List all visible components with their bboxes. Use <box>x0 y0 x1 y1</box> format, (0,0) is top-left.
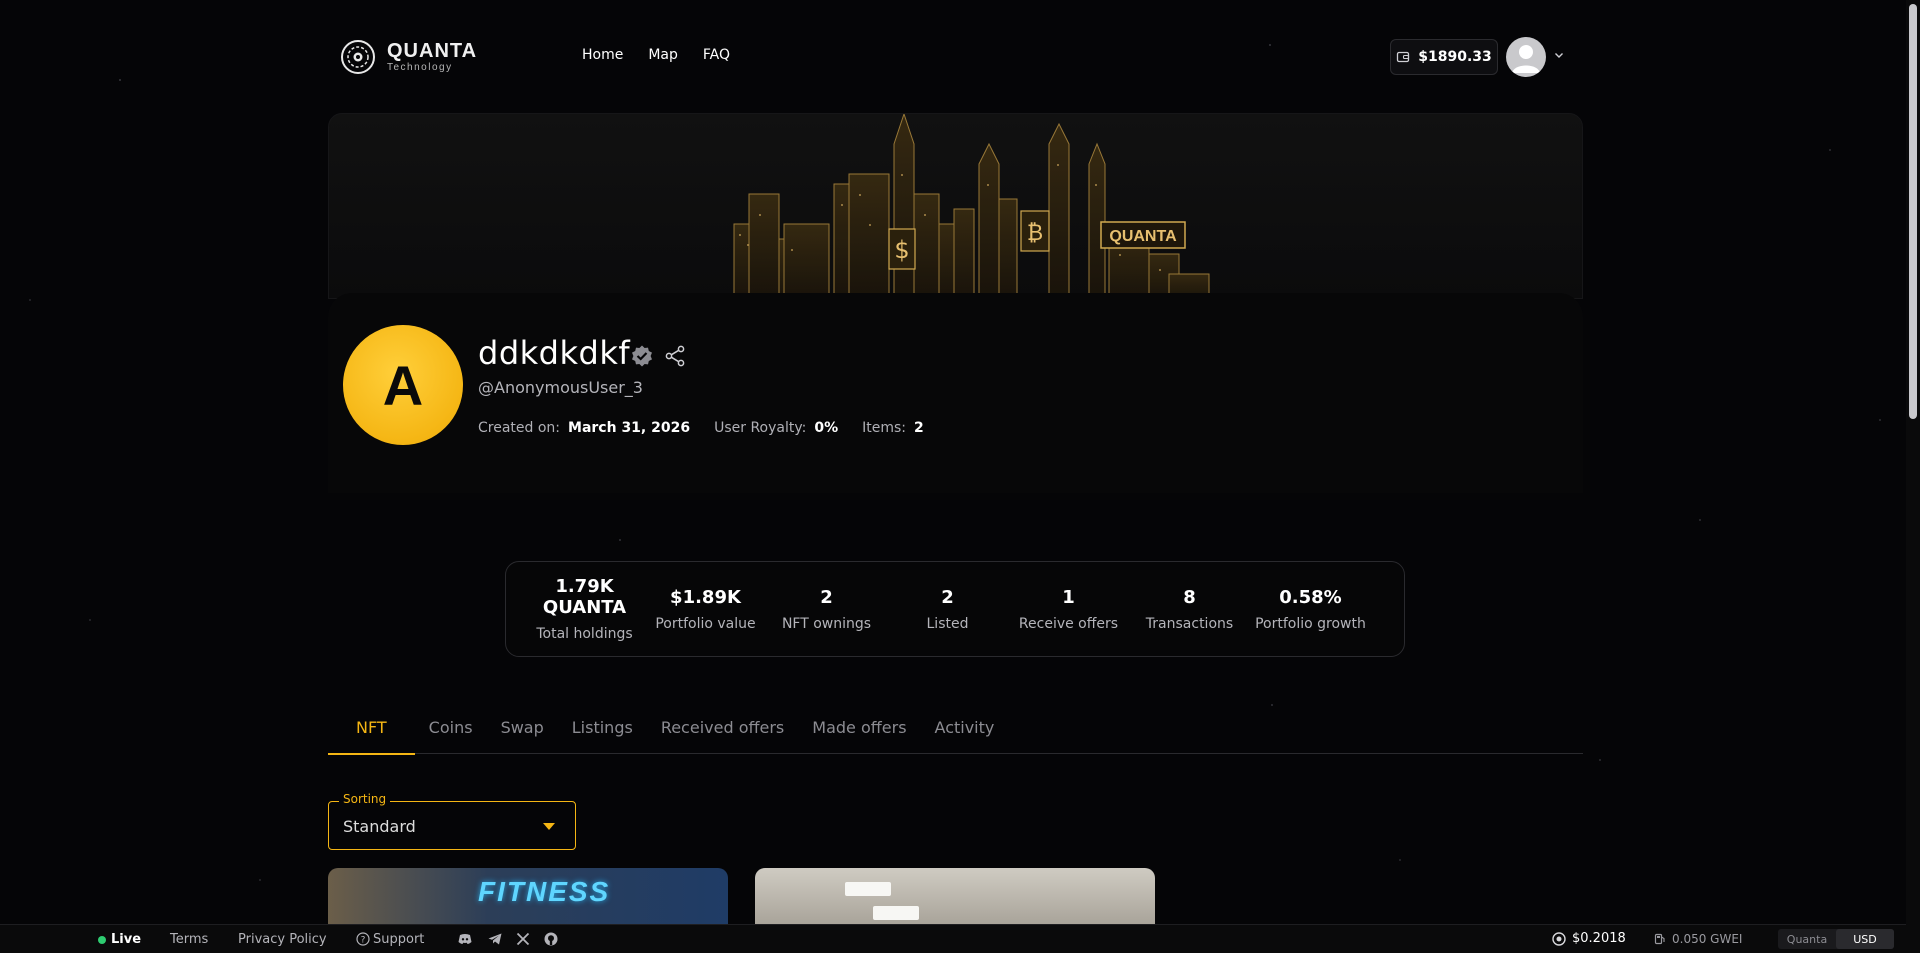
stat-label: Transactions <box>1145 615 1234 632</box>
nft-card-image-text: FITNESS <box>478 876 611 907</box>
support-link[interactable]: Support <box>373 932 424 947</box>
user-avatar-button[interactable] <box>1506 37 1546 77</box>
user-icon <box>1512 45 1540 73</box>
user-royalty-info: User Royalty: 0% <box>714 420 838 436</box>
page-scrollbar[interactable] <box>1906 0 1920 953</box>
stat-listed: 2 Listed <box>887 587 1008 632</box>
stat-value: 2 <box>820 586 833 608</box>
banner-bitcoin-sign: ₿ <box>1027 221 1043 246</box>
stat-label: NFT ownings <box>781 615 872 632</box>
gas-price: 0.050 GWEI <box>1654 932 1742 946</box>
sorting-select[interactable]: Sorting Standard <box>328 792 576 850</box>
token-price: $0.2018 <box>1552 931 1626 946</box>
banner-dollar-sign: $ <box>894 236 909 264</box>
tab-coins[interactable]: Coins <box>415 710 487 754</box>
x-twitter-icon[interactable] <box>515 931 531 947</box>
nft-card[interactable]: FITNESS <box>328 868 728 924</box>
main-nav: Home Map FAQ <box>582 47 730 63</box>
profile-name: ddkdkdkf <box>478 334 631 372</box>
profile-avatar: A <box>343 325 463 445</box>
help-circle-icon: ? <box>356 932 370 946</box>
github-icon[interactable] <box>543 931 559 947</box>
nav-faq-link[interactable]: FAQ <box>703 47 730 63</box>
stat-label: Listed <box>926 615 969 632</box>
profile-banner: $ ₿ QUANTA <box>328 113 1583 299</box>
stat-label: Portfolio value <box>655 615 756 632</box>
portfolio-stats: 1.79K QUANTA Total holdings $1.89K Portf… <box>505 561 1405 657</box>
gas-price-value: 0.050 GWEI <box>1672 932 1743 946</box>
brand-logo[interactable]: QUANTA Technology <box>340 39 477 75</box>
tab-made-offers[interactable]: Made offers <box>798 710 920 754</box>
terms-link[interactable]: Terms <box>170 932 208 947</box>
sorting-value: Standard <box>343 817 416 836</box>
created-on-label: Created on: <box>478 420 561 436</box>
items-info: Items: 2 <box>862 420 924 436</box>
stat-portfolio-growth: 0.58% Portfolio growth <box>1250 587 1371 632</box>
city-skyline-illustration: $ ₿ QUANTA <box>733 114 1210 298</box>
stat-value: $1.89K <box>670 586 741 608</box>
user-royalty-value: 0% <box>814 420 839 436</box>
wallet-icon <box>1397 51 1410 63</box>
footer-bar: Live Terms Privacy Policy ? Support $0.2… <box>0 924 1920 953</box>
profile-tabs: NFT Coins Swap Listings Received offers … <box>328 710 1583 755</box>
sorting-label: Sorting <box>339 792 391 806</box>
discord-icon[interactable] <box>457 931 473 947</box>
stat-total-holdings: 1.79K QUANTA Total holdings <box>524 576 645 642</box>
tab-received-offers[interactable]: Received offers <box>647 710 798 754</box>
created-on-info: Created on: March 31, 2026 <box>478 420 690 436</box>
stat-transactions: 8 Transactions <box>1129 587 1250 632</box>
profile-handle: @AnonymousUser_3 <box>478 378 643 397</box>
scrollbar-thumb[interactable] <box>1909 4 1917 419</box>
gas-pump-icon <box>1654 933 1665 945</box>
items-label: Items: <box>862 420 907 436</box>
tab-nft[interactable]: NFT <box>328 710 415 755</box>
currency-toggle-quanta[interactable]: Quanta <box>1778 929 1836 949</box>
nft-card[interactable] <box>755 868 1155 924</box>
svg-text:?: ? <box>361 936 366 946</box>
tab-listings[interactable]: Listings <box>558 710 647 754</box>
tab-swap[interactable]: Swap <box>487 710 558 754</box>
quanta-logo-icon <box>341 40 375 74</box>
wallet-balance: $1890.33 <box>1418 49 1492 65</box>
user-royalty-label: User Royalty: <box>714 420 807 436</box>
brand-name: QUANTA <box>387 40 478 62</box>
stat-portfolio-value: $1.89K Portfolio value <box>645 587 766 632</box>
created-on-value: March 31, 2026 <box>568 420 691 436</box>
currency-toggle-usd[interactable]: USD <box>1836 929 1894 949</box>
chevron-down-icon[interactable] <box>1554 50 1564 60</box>
stat-value: 2 <box>941 586 954 608</box>
share-icon[interactable] <box>663 344 687 368</box>
brand-subtitle: Technology <box>387 62 453 73</box>
tab-activity[interactable]: Activity <box>921 710 1009 754</box>
token-price-value: $0.2018 <box>1572 931 1626 946</box>
ceiling-light-image <box>873 906 919 920</box>
nav-map-link[interactable]: Map <box>648 47 678 63</box>
top-navbar: QUANTA Technology Home Map FAQ $1890.33 <box>0 0 1920 112</box>
telegram-icon[interactable] <box>487 931 503 947</box>
banner-quanta-sign: QUANTA <box>1109 228 1177 245</box>
stat-value: 0.58% <box>1279 586 1342 608</box>
stat-label: Total holdings <box>536 626 633 642</box>
live-dot-icon <box>98 935 106 944</box>
wallet-balance-button[interactable]: $1890.33 <box>1390 39 1498 75</box>
stat-label: Portfolio growth <box>1255 615 1366 632</box>
stat-nft-ownings: 2 NFT ownings <box>766 587 887 632</box>
stat-value: 8 <box>1183 586 1196 608</box>
privacy-policy-link[interactable]: Privacy Policy <box>238 932 327 947</box>
quanta-coin-icon <box>1552 931 1566 946</box>
live-label: Live <box>111 932 142 947</box>
stat-receive-offers: 1 Receive offers <box>1008 587 1129 632</box>
currency-toggle: Quanta USD <box>1778 929 1894 949</box>
nav-home-link[interactable]: Home <box>582 47 623 63</box>
verified-badge-icon <box>632 345 652 367</box>
stat-value: 1 <box>1062 586 1075 608</box>
live-status: Live <box>98 932 141 947</box>
profile-meta: Created on: March 31, 2026 User Royalty: 0… <box>478 420 924 436</box>
stat-label: Receive offers <box>1018 615 1119 632</box>
caret-down-icon <box>543 823 555 830</box>
stat-value: 1.79K QUANTA <box>542 576 627 618</box>
items-value: 2 <box>914 420 924 436</box>
ceiling-light-image <box>845 882 891 896</box>
